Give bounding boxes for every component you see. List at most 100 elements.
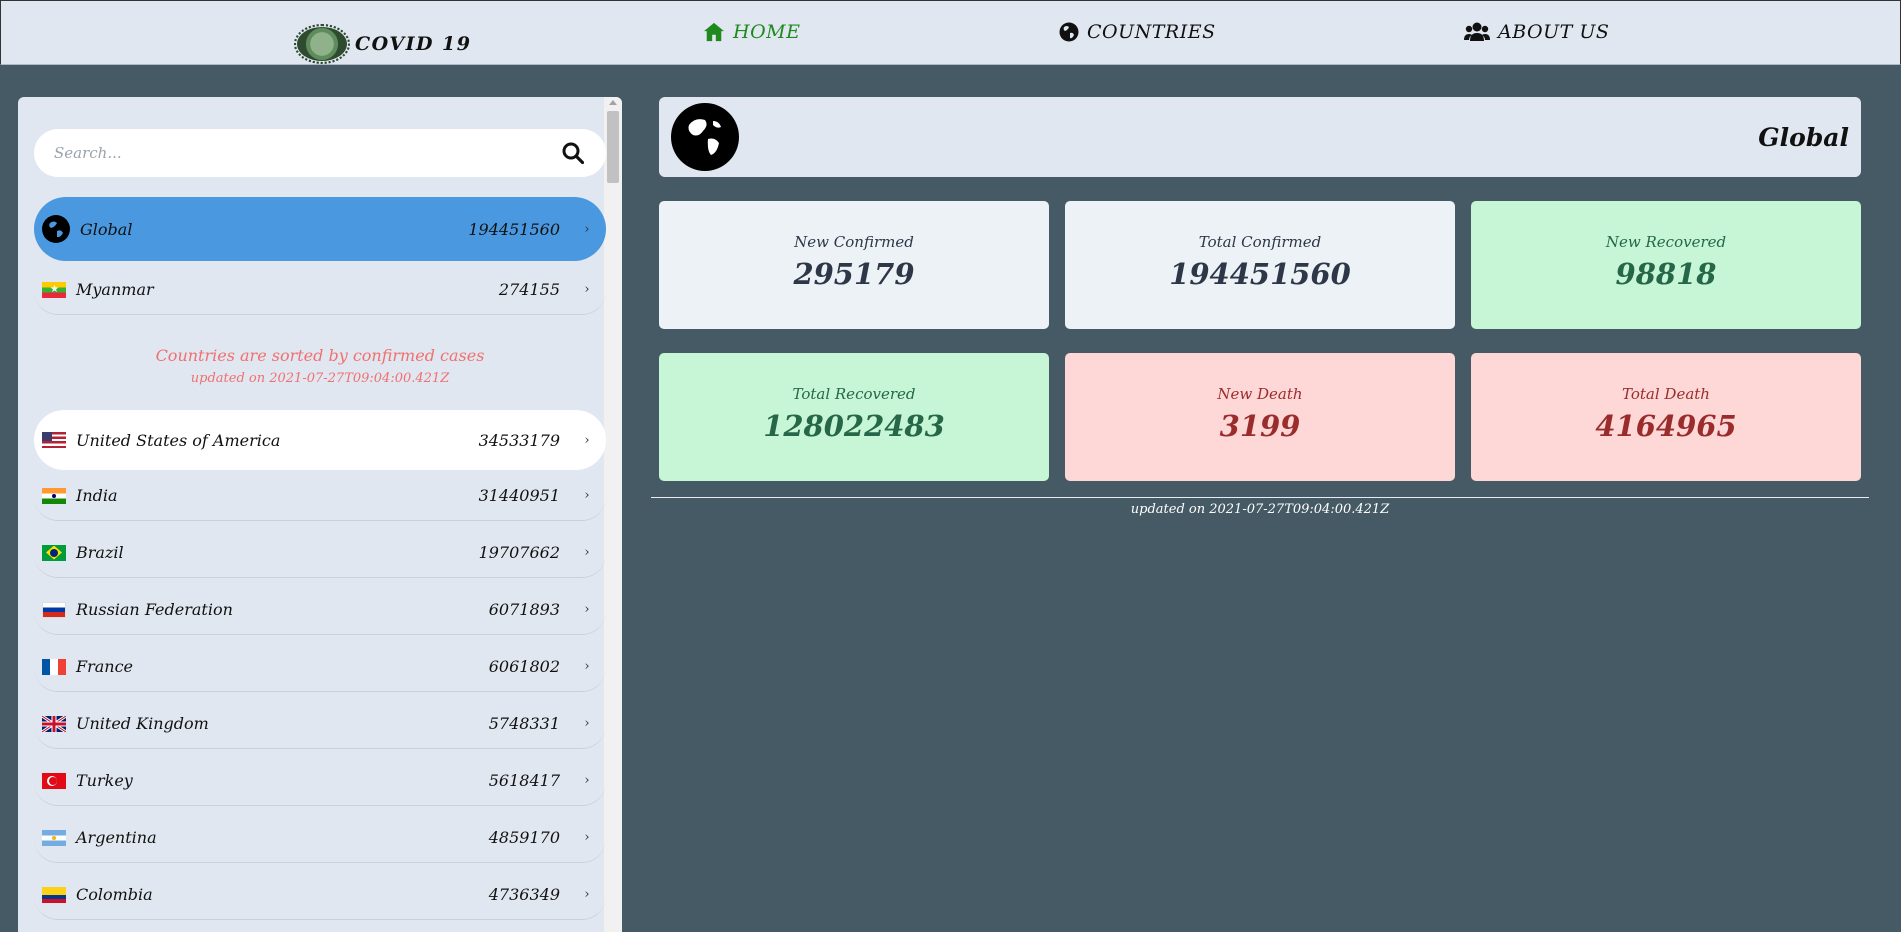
region-title: Global xyxy=(1758,123,1849,152)
chevron-right-icon: › xyxy=(584,221,590,237)
stat-value: 3199 xyxy=(1219,409,1301,443)
flag-colombia-icon xyxy=(42,886,66,903)
list-item-myanmar[interactable]: ★ Myanmar 274155 › xyxy=(34,265,606,315)
search-box xyxy=(34,129,606,177)
chevron-right-icon: › xyxy=(584,488,590,503)
nav-about-label: ABOUT US xyxy=(1498,21,1610,43)
chevron-right-icon: › xyxy=(584,432,590,448)
stat-label: New Recovered xyxy=(1605,233,1727,251)
flag-russia-icon xyxy=(42,601,66,618)
list-item-country[interactable]: Russian Federation 6071893 › xyxy=(34,585,606,635)
stat-value: 295179 xyxy=(793,257,915,291)
brand[interactable]: COVID 19 xyxy=(294,24,472,64)
list-item-count: 6061802 xyxy=(488,657,560,676)
stat-value: 194451560 xyxy=(1169,257,1351,291)
globe-icon xyxy=(671,103,739,171)
list-item-count: 19707662 xyxy=(478,543,560,562)
stat-value: 4164965 xyxy=(1595,409,1737,443)
list-item-country[interactable]: India 31440951 › xyxy=(34,471,606,521)
home-icon xyxy=(704,22,724,42)
chevron-right-icon: › xyxy=(584,545,590,560)
list-item-name: Myanmar xyxy=(76,280,154,299)
list-item-count: 31440951 xyxy=(478,486,560,505)
list-item-name: India xyxy=(76,486,118,505)
scrollbar-thumb[interactable] xyxy=(607,111,619,183)
list-item-name: Russian Federation xyxy=(76,600,233,619)
scroll-up-arrow-icon[interactable] xyxy=(609,100,617,105)
stat-value: 98818 xyxy=(1615,257,1717,291)
flag-usa-icon xyxy=(42,432,66,448)
stat-label: New Confirmed xyxy=(794,233,914,251)
list-item-name: France xyxy=(76,657,134,676)
list-item-country[interactable]: Brazil 19707662 › xyxy=(34,528,606,578)
list-item-name: Argentina xyxy=(76,828,157,847)
flag-india-icon xyxy=(42,487,66,504)
sort-note-text: Countries are sorted by confirmed cases xyxy=(155,346,485,365)
stat-card-new-death: New Death 3199 xyxy=(1065,353,1455,481)
list-item-count: 5748331 xyxy=(488,714,560,733)
flag-myanmar-icon: ★ xyxy=(42,281,66,298)
list-item-count: 194451560 xyxy=(468,219,560,239)
updated-timestamp: updated on 2021-07-27T09:04:00.421Z xyxy=(1130,502,1390,517)
list-item-count: 274155 xyxy=(498,280,560,299)
sidebar-updated-text: updated on 2021-07-27T09:04:00.421Z xyxy=(190,371,450,386)
stat-card-total-confirmed: Total Confirmed 194451560 xyxy=(1065,201,1455,329)
stat-card-new-confirmed: New Confirmed 295179 xyxy=(659,201,1049,329)
list-item-country[interactable]: United States of America 34533179 › xyxy=(34,410,606,470)
search-icon xyxy=(562,142,584,164)
chevron-right-icon: › xyxy=(584,773,590,788)
flag-uk-icon xyxy=(42,715,66,732)
chevron-right-icon: › xyxy=(584,887,590,902)
list-item-name: Colombia xyxy=(76,885,153,904)
list-item-count: 34533179 xyxy=(478,430,560,450)
stat-label: New Death xyxy=(1217,385,1303,403)
chevron-right-icon: › xyxy=(584,830,590,845)
country-sidebar: Global 194451560 › ★ Myanmar 274155 › Co… xyxy=(18,97,622,932)
nav-countries-link[interactable]: COUNTRIES xyxy=(1059,21,1216,43)
list-item-count: 4736349 xyxy=(488,885,560,904)
list-item-name: Brazil xyxy=(76,543,124,562)
sidebar-scrollbar[interactable] xyxy=(604,97,622,932)
list-item-country[interactable]: Argentina 4859170 › xyxy=(34,813,606,863)
chevron-right-icon: › xyxy=(584,716,590,731)
list-item-count: 6071893 xyxy=(488,600,560,619)
region-header: Global xyxy=(659,97,1861,177)
flag-france-icon xyxy=(42,658,66,675)
stat-label: Total Recovered xyxy=(792,385,916,403)
nav-home-label: HOME xyxy=(733,21,801,43)
chevron-right-icon: › xyxy=(584,282,590,297)
list-item-country[interactable]: Colombia 4736349 › xyxy=(34,870,606,920)
nav-home-link[interactable]: HOME xyxy=(703,21,800,43)
stat-label: Total Death xyxy=(1622,385,1710,403)
stat-label: Total Confirmed xyxy=(1198,233,1322,251)
list-item-country[interactable]: Turkey 5618417 › xyxy=(34,756,606,806)
virus-logo-icon xyxy=(294,24,350,64)
list-item-name: Turkey xyxy=(76,771,133,790)
divider xyxy=(651,497,1869,498)
list-item-country[interactable]: United Kingdom 5748331 › xyxy=(34,699,606,749)
stat-card-total-death: Total Death 4164965 xyxy=(1471,353,1861,481)
flag-brazil-icon xyxy=(42,544,66,561)
chevron-right-icon: › xyxy=(584,602,590,617)
chevron-right-icon: › xyxy=(584,659,590,674)
nav-about-link[interactable]: ABOUT US xyxy=(1464,21,1609,43)
globe-icon xyxy=(42,215,70,243)
list-item-global[interactable]: Global 194451560 › xyxy=(34,197,606,261)
list-item-name: United States of America xyxy=(76,430,281,450)
flag-argentina-icon xyxy=(42,829,66,846)
users-icon xyxy=(1464,22,1490,41)
list-item-count: 4859170 xyxy=(488,828,560,847)
stat-value: 128022483 xyxy=(763,409,945,443)
nav-countries-label: COUNTRIES xyxy=(1087,21,1216,43)
list-item-count: 5618417 xyxy=(488,771,560,790)
stat-card-new-recovered: New Recovered 98818 xyxy=(1471,201,1861,329)
brand-title: COVID 19 xyxy=(355,33,472,55)
search-button[interactable] xyxy=(560,140,586,166)
search-input[interactable] xyxy=(54,144,560,162)
list-item-name: Global xyxy=(80,219,133,239)
sort-note: Countries are sorted by confirmed cases … xyxy=(34,346,606,386)
flag-turkey-icon xyxy=(42,772,66,789)
list-item-name: United Kingdom xyxy=(76,714,209,733)
list-item-country[interactable]: France 6061802 › xyxy=(34,642,606,692)
top-navbar: COVID 19 HOME COUNTRIES ABOUT US xyxy=(0,0,1901,65)
